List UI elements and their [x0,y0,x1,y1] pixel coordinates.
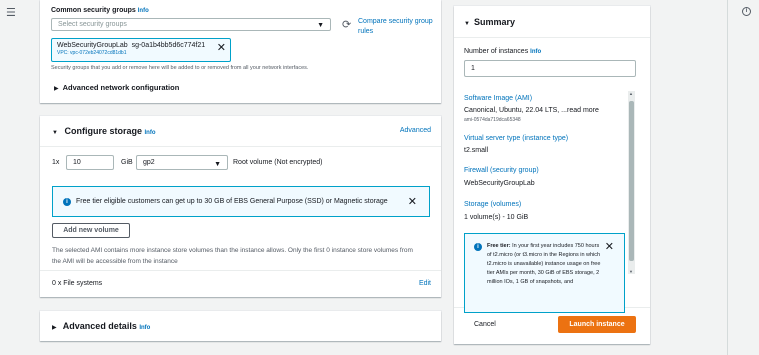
scroll-up-icon[interactable]: ▲ [629,91,633,96]
close-icon[interactable]: ✕ [605,240,614,253]
info-icon: i [474,243,482,251]
select-value: gp2 [143,159,155,166]
remove-token-icon[interactable]: ✕ [217,41,226,54]
info-link[interactable]: Info [145,130,156,136]
volume-size-input[interactable]: 10 [66,155,114,170]
instance-type-link[interactable]: Virtual server type (instance type) [464,135,568,142]
volume-count-label: 1x [52,159,60,166]
info-link[interactable]: Info [138,8,149,14]
add-new-volume-button[interactable]: Add new volume [52,223,130,238]
select-placeholder: Select security groups [58,21,127,28]
divider [454,37,650,38]
divider [40,146,441,147]
configure-storage-panel: ▼ Configure storage Info Advanced 1x 10 … [40,116,441,297]
free-tier-alert: i Free tier eligible customers can get u… [52,186,430,217]
scroll-down-icon[interactable]: ▼ [629,269,633,274]
security-groups-select[interactable]: Select security groups ▼ [51,18,331,31]
alert-text: Free tier eligible customers can get up … [76,198,388,205]
info-icon: i [63,198,71,206]
ami-id: ami-0574da719dca65348 [464,117,521,123]
summary-scrollbar[interactable]: ▲ ▼ [628,91,635,274]
firewall-link[interactable]: Firewall (security group) [464,167,539,174]
advanced-link[interactable]: Advanced [400,127,431,134]
free-tier-tip: i Free tier: In your first year includes… [464,233,625,313]
menu-icon[interactable]: ☰ [6,6,16,19]
compare-security-group-rules-link[interactable]: Compare security group rules [358,17,438,37]
divider [40,270,441,271]
volume-type-select[interactable]: gp2 ▼ [136,155,228,170]
summary-title: Summary [473,17,515,27]
advanced-network-configuration-toggle[interactable]: ▶ Advanced network configuration [54,83,179,92]
instance-store-note: The selected AMI contains more instance … [52,247,413,265]
security-group-token: WebSecurityGroupLab sg-0a1b4bb5d6c774f21… [51,38,231,62]
storage-link[interactable]: Storage (volumes) [464,201,521,208]
number-of-instances-input[interactable]: 1 [464,60,636,77]
instance-type-value: t2.small [464,147,489,154]
advanced-details-panel: ▶ Advanced details Info [40,311,441,341]
edit-file-systems-link[interactable]: Edit [419,280,431,287]
instances-label: Number of instances Info [464,48,542,55]
caret-down-icon: ▼ [317,22,324,29]
info-icon[interactable]: i [742,7,751,16]
caret-down-icon: ▼ [214,161,221,168]
network-settings-panel: Common security groups Info Select secur… [40,0,441,103]
tip-text: Free tier: In your first year includes 7… [487,243,601,285]
configure-storage-header[interactable]: ▼ Configure storage Info [52,126,156,136]
firewall-value: WebSecurityGroupLab [464,180,535,187]
storage-value: 1 volume(s) - 10 GiB [464,214,529,221]
section-title: Configure storage [64,126,142,136]
ami-value[interactable]: Canonical, Ubuntu, 22.04 LTS, ...read mo… [464,107,599,114]
security-groups-help: Security groups that you add or remove h… [51,65,309,71]
advanced-details-toggle[interactable]: ▶ Advanced details Info [52,321,150,331]
token-label: WebSecurityGroupLab sg-0a1b4bb5d6c774f21 [57,42,206,49]
token-vpc: VPC: vpc-072eb24072cd81db1 [57,50,127,56]
info-link[interactable]: Info [530,49,541,55]
launch-instance-button[interactable]: Launch instance [558,316,636,333]
section-title: Advanced details [62,321,137,331]
caret-down-icon: ▼ [52,130,58,136]
security-groups-label: Common security groups Info [51,7,149,14]
scrollbar-thumb[interactable] [629,101,634,261]
caret-down-icon: ▼ [464,21,470,27]
caret-right-icon: ▶ [52,325,57,331]
divider [727,0,728,355]
refresh-icon[interactable]: ⟳ [342,20,353,31]
caret-right-icon: ▶ [54,86,59,92]
ami-link[interactable]: Software Image (AMI) [464,95,532,102]
close-icon[interactable]: ✕ [408,195,417,208]
root-volume-label: Root volume (Not encrypted) [233,159,323,166]
cancel-button[interactable]: Cancel [474,321,496,328]
unit-label: GiB [121,159,133,166]
file-systems-label: 0 x File systems [52,280,103,287]
info-link[interactable]: Info [139,325,150,331]
summary-header[interactable]: ▼ Summary [464,17,515,27]
